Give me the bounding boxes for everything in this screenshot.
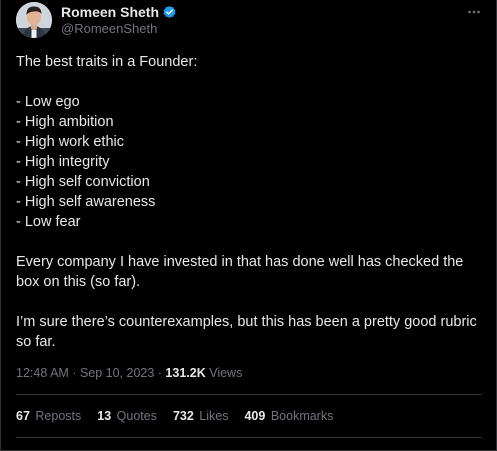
tweet-line: - High work ethic xyxy=(16,134,124,150)
meta-separator: · xyxy=(68,366,80,380)
divider xyxy=(16,437,482,438)
reposts-label: Reposts xyxy=(35,409,82,423)
quotes-label: Quotes xyxy=(116,409,157,423)
tweet-line: Every company I have invested in that ha… xyxy=(16,254,464,270)
tweet-line: I’m sure there’s counterexamples, but th… xyxy=(16,314,477,330)
likes-stat[interactable]: 732 Likes xyxy=(173,409,229,423)
more-dots-icon[interactable] xyxy=(466,4,482,20)
tweet-line: - Low ego xyxy=(16,94,80,110)
views-label: Views xyxy=(205,366,243,380)
bookmarks-count: 409 xyxy=(244,409,266,423)
quotes-stat[interactable]: 13 Quotes xyxy=(97,409,157,423)
avatar-image xyxy=(16,2,52,38)
author-display-name[interactable]: Romeen Sheth xyxy=(61,4,159,20)
reposts-stat[interactable]: 67 Reposts xyxy=(16,409,81,423)
tweet-line: - High self conviction xyxy=(16,174,150,190)
meta-separator: · xyxy=(154,366,166,380)
likes-count: 732 xyxy=(172,409,194,423)
verified-badge-icon[interactable] xyxy=(162,5,177,20)
views-count: 131.2K xyxy=(165,366,206,380)
tweet-header: Romeen Sheth @RomeenSheth xyxy=(16,2,482,38)
likes-label: Likes xyxy=(199,409,229,423)
tweet-text: The best traits in a Founder: - Low ego … xyxy=(16,52,488,352)
tweet-meta: 12:48 AM · Sep 10, 2023 · 131.2K Views xyxy=(16,364,242,382)
bookmarks-stat[interactable]: 409 Bookmarks xyxy=(244,409,333,423)
bookmarks-label: Bookmarks xyxy=(270,409,334,423)
quotes-count: 13 xyxy=(97,409,112,423)
tweet-date[interactable]: Sep 10, 2023 xyxy=(80,366,154,380)
author-name-row[interactable]: Romeen Sheth xyxy=(61,3,177,21)
avatar[interactable] xyxy=(16,2,52,38)
engagement-stats: 67 Reposts 13 Quotes 732 Likes 409 Bookm… xyxy=(16,406,349,426)
tweet-line: - Low fear xyxy=(16,214,81,230)
tweet-line: - High ambition xyxy=(16,114,114,130)
divider xyxy=(16,394,482,395)
tweet-line: - High integrity xyxy=(16,154,110,170)
reposts-count: 67 xyxy=(16,409,30,423)
tweet-line: - High self awareness xyxy=(16,194,156,210)
tweet-time[interactable]: 12:48 AM xyxy=(16,366,69,380)
tweet-line: so far. xyxy=(16,334,56,350)
tweet-card: Romeen Sheth @RomeenSheth The best trait… xyxy=(0,0,497,451)
tweet-line: box on this (so far). xyxy=(16,274,141,290)
author-handle[interactable]: @RomeenSheth xyxy=(61,21,157,36)
tweet-line: The best traits in a Founder: xyxy=(16,54,198,70)
